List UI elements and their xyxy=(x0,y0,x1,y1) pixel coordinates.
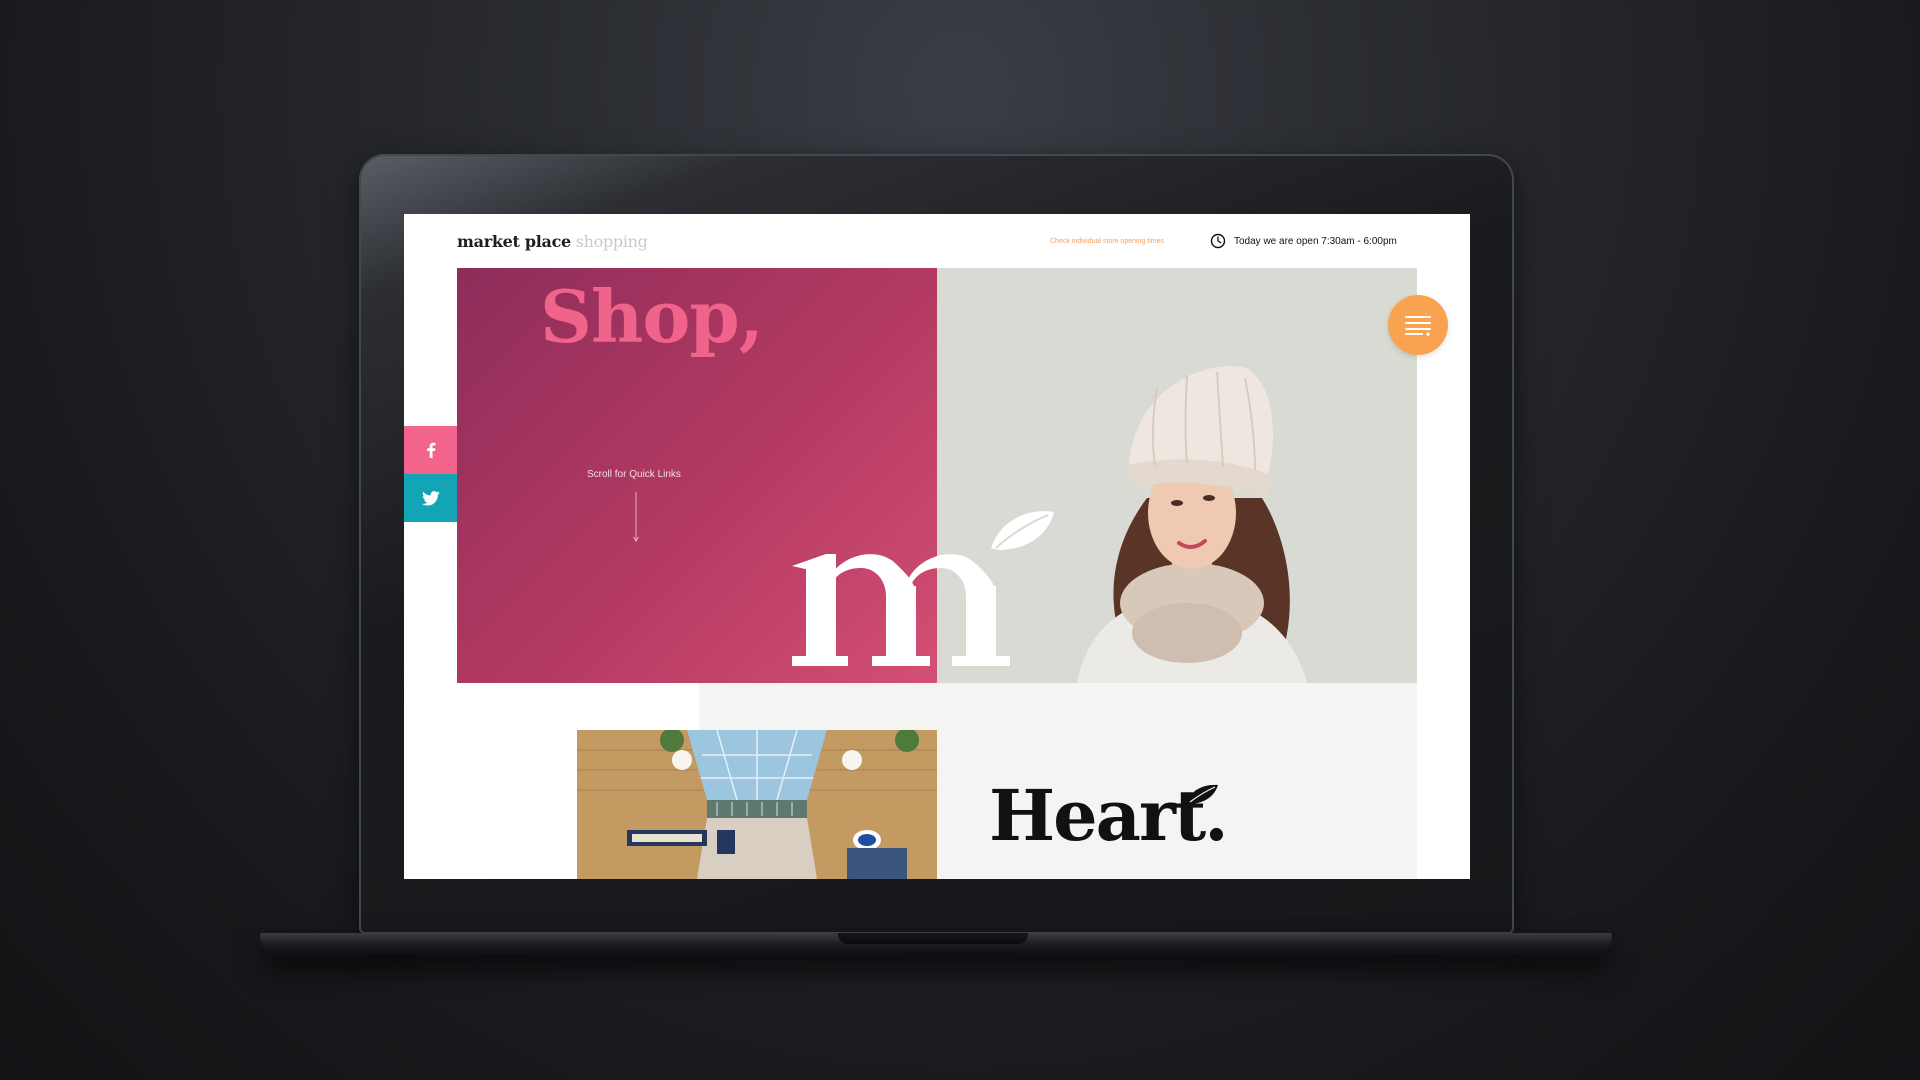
social-links-bar xyxy=(404,426,457,522)
hero-headline: Shop, xyxy=(540,274,764,359)
logo-secondary: shopping xyxy=(575,232,648,251)
twitter-button[interactable] xyxy=(404,474,457,522)
scroll-quick-links-label[interactable]: Scroll for Quick Links xyxy=(587,469,681,480)
leaf-icon xyxy=(1186,784,1218,804)
hero-model-photo xyxy=(1077,366,1307,683)
scroll-down-arrow-icon[interactable] xyxy=(632,492,640,542)
laptop-notch xyxy=(838,933,1028,944)
open-hours-text: Today we are open 7:30am - 6:00pm xyxy=(1234,236,1397,247)
hamburger-menu-icon xyxy=(1405,316,1431,336)
facebook-icon xyxy=(426,442,435,458)
store-opening-times-link[interactable]: Check individual store opening times xyxy=(1050,238,1164,245)
facebook-button[interactable] xyxy=(404,426,457,474)
brand-m-leaf-logo-icon xyxy=(792,511,1054,666)
logo-primary: market place xyxy=(457,232,571,251)
site-logo[interactable]: market place shopping xyxy=(457,232,648,251)
clock-icon xyxy=(1210,233,1226,249)
website-screen: market place shopping Check individual s… xyxy=(404,214,1470,879)
shopping-arcade-photo xyxy=(577,730,937,879)
twitter-icon xyxy=(421,490,440,506)
menu-button[interactable] xyxy=(1388,295,1448,355)
